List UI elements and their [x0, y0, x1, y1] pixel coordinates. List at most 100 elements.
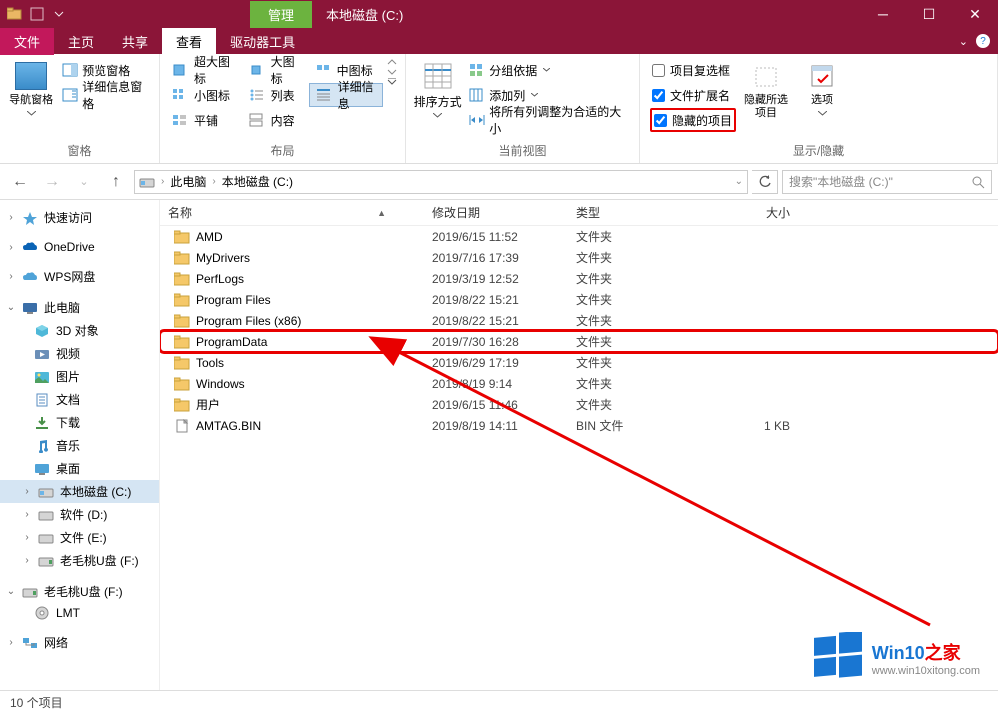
file-row[interactable]: 用户2019/6/15 11:46文件夹 — [160, 394, 998, 415]
sidebar-item-desktop[interactable]: 桌面 — [0, 457, 159, 480]
file-list[interactable]: AMD2019/6/15 11:52文件夹MyDrivers2019/7/16 … — [160, 226, 998, 690]
column-name[interactable]: 名称▲ — [160, 204, 424, 221]
refresh-button[interactable] — [752, 170, 778, 194]
view-small-icons[interactable]: 小图标 — [166, 83, 239, 107]
breadcrumb-separator[interactable]: › — [212, 176, 215, 187]
sidebar-item-lmt[interactable]: LMT — [0, 603, 159, 623]
column-type[interactable]: 类型 — [568, 204, 678, 221]
view-list[interactable]: 列表 — [243, 83, 305, 107]
file-date: 2019/7/16 17:39 — [424, 251, 568, 265]
help-icon[interactable]: ? — [976, 34, 990, 48]
quick-access-toolbar — [0, 3, 74, 25]
cloud-icon — [22, 270, 38, 284]
chevron-down-icon[interactable]: ⌄ — [959, 35, 968, 48]
chevron-up-icon — [387, 58, 397, 66]
file-row[interactable]: Tools2019/6/29 17:19文件夹 — [160, 352, 998, 373]
qat-dropdown-icon[interactable] — [48, 3, 70, 25]
address-dropdown[interactable]: ⌄ — [735, 176, 743, 187]
view-large-icons[interactable]: 大图标 — [243, 58, 305, 82]
hide-selected-items-button[interactable]: 隐藏所选项目 — [740, 58, 792, 120]
file-type: 文件夹 — [568, 291, 678, 308]
file-row[interactable]: Program Files2019/8/22 15:21文件夹 — [160, 289, 998, 310]
sidebar-item-drive-d[interactable]: ›软件 (D:) — [0, 503, 159, 526]
layout-gallery-scroll[interactable] — [387, 58, 399, 86]
context-tab-manage[interactable]: 管理 — [250, 1, 312, 28]
tab-share[interactable]: 共享 — [108, 28, 162, 55]
up-button[interactable]: ↑ — [102, 169, 130, 195]
file-type: 文件夹 — [568, 333, 678, 350]
sidebar-item-documents[interactable]: 文档 — [0, 388, 159, 411]
file-row[interactable]: MyDrivers2019/7/16 17:39文件夹 — [160, 247, 998, 268]
tab-home[interactable]: 主页 — [54, 28, 108, 55]
sort-by-button[interactable]: 排序方式 — [412, 58, 463, 118]
sidebar-item-music[interactable]: 音乐 — [0, 434, 159, 457]
file-type: 文件夹 — [568, 228, 678, 245]
sidebar-item-drive-e[interactable]: ›文件 (E:) — [0, 526, 159, 549]
file-row[interactable]: AMD2019/6/15 11:52文件夹 — [160, 226, 998, 247]
sidebar-item-pictures[interactable]: 图片 — [0, 365, 159, 388]
file-name: ProgramData — [196, 335, 267, 349]
recent-locations-button[interactable]: ⌄ — [70, 169, 98, 195]
sidebar-item-this-pc[interactable]: ⌄此电脑 — [0, 296, 159, 319]
downloads-icon — [34, 416, 50, 430]
back-button[interactable]: ← — [6, 169, 34, 195]
file-row[interactable]: AMTAG.BIN2019/8/19 14:11BIN 文件1 KB — [160, 415, 998, 436]
sidebar-item-videos[interactable]: 视频 — [0, 342, 159, 365]
file-row[interactable]: Windows2019/8/19 9:14文件夹 — [160, 373, 998, 394]
folder-icon — [174, 293, 190, 307]
folder-icon — [174, 272, 190, 286]
checkbox-input[interactable] — [652, 89, 665, 102]
view-details[interactable]: 详细信息 — [309, 83, 383, 107]
sidebar-item-drive-f[interactable]: ›老毛桃U盘 (F:) — [0, 549, 159, 572]
sidebar-item-3d-objects[interactable]: 3D 对象 — [0, 319, 159, 342]
column-size[interactable]: 大小 — [678, 204, 798, 221]
file-row[interactable]: PerfLogs2019/3/19 12:52文件夹 — [160, 268, 998, 289]
details-icon — [316, 88, 332, 102]
sidebar-item-wps[interactable]: ›WPS网盘 — [0, 265, 159, 288]
address-bar[interactable]: › 此电脑 › 本地磁盘 (C:) ⌄ — [134, 170, 748, 194]
details-pane-button[interactable]: 详细信息窗格 — [60, 83, 153, 107]
tab-drive-tools[interactable]: 驱动器工具 — [216, 28, 309, 55]
sidebar-item-downloads[interactable]: 下载 — [0, 411, 159, 434]
checkbox-input[interactable] — [654, 114, 667, 127]
folder-icon — [174, 398, 190, 412]
ribbon-tabs: 文件 主页 共享 查看 驱动器工具 ⌄ ? — [0, 28, 998, 54]
sidebar-item-network[interactable]: ›网络 — [0, 631, 159, 654]
sidebar-item-drive-c[interactable]: ›本地磁盘 (C:) — [0, 480, 159, 503]
checkbox-hidden-items[interactable]: 隐藏的项目 — [650, 108, 736, 132]
group-by-button[interactable]: 分组依据 — [467, 58, 633, 82]
size-all-columns-button[interactable]: 将所有列调整为合适的大小 — [467, 108, 633, 132]
column-headers[interactable]: 名称▲ 修改日期 类型 大小 — [160, 200, 998, 226]
sidebar-item-onedrive[interactable]: ›OneDrive — [0, 237, 159, 257]
breadcrumb-drive[interactable]: 本地磁盘 (C:) — [222, 173, 293, 190]
navigation-pane-icon — [15, 62, 47, 90]
view-extra-large-icons[interactable]: 超大图标 — [166, 58, 239, 82]
view-tiles[interactable]: 平铺 — [166, 108, 239, 132]
options-button[interactable]: 选项 — [796, 58, 848, 116]
forward-button[interactable]: → — [38, 169, 66, 195]
search-box[interactable]: 搜索"本地磁盘 (C:)" — [782, 170, 992, 194]
file-row[interactable]: ProgramData2019/7/30 16:28文件夹 — [160, 331, 998, 352]
checkbox-item-checkboxes[interactable]: 项目复选框 — [650, 58, 736, 82]
qat-properties-icon[interactable] — [26, 3, 48, 25]
close-button[interactable]: ✕ — [952, 0, 998, 28]
file-name: AMTAG.BIN — [196, 419, 261, 433]
breadcrumb-separator[interactable]: › — [161, 176, 164, 187]
navigation-pane-button[interactable]: 导航窗格 — [6, 58, 56, 116]
ribbon: 导航窗格 预览窗格 详细信息窗格 窗格 超大图标 小图标 平铺 — [0, 54, 998, 164]
file-row[interactable]: Program Files (x86)2019/8/22 15:21文件夹 — [160, 310, 998, 331]
checkbox-input[interactable] — [652, 64, 665, 77]
tab-view[interactable]: 查看 — [162, 28, 216, 55]
view-content[interactable]: 内容 — [243, 108, 305, 132]
maximize-button[interactable]: ☐ — [906, 0, 952, 28]
column-date[interactable]: 修改日期 — [424, 204, 568, 221]
navigation-pane[interactable]: ›快速访问 ›OneDrive ›WPS网盘 ⌄此电脑 3D 对象 视频 图片 … — [0, 200, 160, 690]
minimize-button[interactable]: ─ — [860, 0, 906, 28]
qat-app-icon[interactable] — [4, 3, 26, 25]
checkbox-file-extensions[interactable]: 文件扩展名 — [650, 83, 736, 107]
sidebar-item-quick-access[interactable]: ›快速访问 — [0, 206, 159, 229]
breadcrumb-this-pc[interactable]: 此电脑 — [170, 173, 206, 190]
tab-file[interactable]: 文件 — [0, 28, 54, 55]
sidebar-item-drive-f-root[interactable]: ⌄老毛桃U盘 (F:) — [0, 580, 159, 603]
group-label-current-view: 当前视图 — [412, 140, 633, 163]
